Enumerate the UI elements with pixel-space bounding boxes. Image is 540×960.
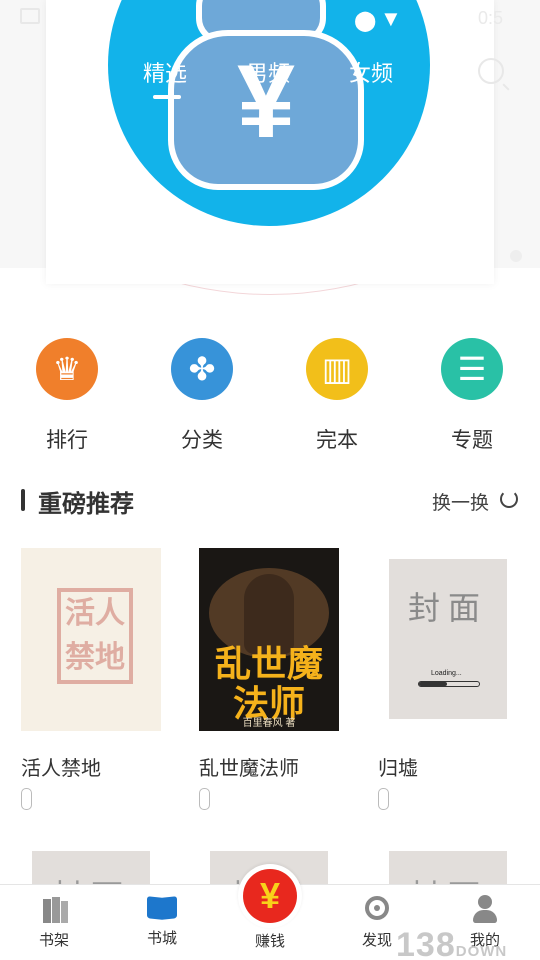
book-title[interactable]: 活人禁地 (21, 752, 101, 781)
cover-title-art: 乱世魔法师 (214, 643, 323, 724)
crown-icon: ♛ (36, 338, 98, 400)
status-bar: ⬤ ▼ 0:5 (0, 0, 540, 36)
document-icon: ☰ (441, 338, 503, 400)
book-card[interactable]: 封面 Loading... 归墟 (378, 548, 518, 810)
book-cover-placeholder[interactable]: 封面 Loading... (389, 559, 507, 719)
search-icon[interactable] (478, 58, 504, 84)
book-tag-placeholder (199, 788, 210, 810)
nav-bookstore[interactable]: 书城 (127, 893, 197, 948)
nav-label: 书城 (146, 930, 177, 947)
section-title: 重磅推荐 (38, 491, 134, 518)
discover-icon (362, 895, 392, 923)
cover-author: 百里春风 著 (242, 718, 296, 729)
loading-text: Loading... (431, 670, 462, 677)
banner-next-slide[interactable] (494, 0, 540, 268)
book-cover[interactable]: 活人禁地 (21, 548, 161, 731)
cover-art-figure (244, 574, 294, 654)
quick-link-rank[interactable]: ♛ 排行 (17, 338, 117, 454)
refresh-icon[interactable] (500, 490, 518, 508)
profile-icon (470, 895, 500, 923)
clover-icon: ✤ (171, 338, 233, 400)
quick-link-completed[interactable]: ▥ 完本 (287, 338, 387, 454)
cover-title-art: 活人禁地 (57, 588, 133, 684)
nav-bookshelf[interactable]: 书架 (19, 895, 89, 950)
bookshelf-icon (39, 895, 69, 923)
promo-banner[interactable]: ¥ (0, 0, 540, 300)
book-card[interactable]: 活人禁地 活人禁地 (21, 548, 161, 810)
status-time: 0:5 (478, 8, 504, 28)
wifi-icon: ▼ (380, 6, 402, 31)
tab-featured[interactable]: 精选 (143, 56, 187, 88)
loading-bar (418, 681, 480, 687)
tab-female[interactable]: 女频 (349, 56, 393, 88)
open-book-icon (147, 893, 177, 921)
quick-link-topic[interactable]: ☰ 专题 (422, 338, 522, 454)
notification-icon (20, 8, 40, 24)
site-watermark: 138DOWN (396, 926, 508, 960)
quick-link-label: 排行 (46, 429, 88, 452)
quick-link-label: 分类 (181, 429, 223, 452)
nav-label: 书架 (38, 932, 69, 949)
nav-earn[interactable]: ¥ (238, 864, 302, 928)
book-title[interactable]: 归墟 (378, 752, 418, 781)
quick-link-label: 专题 (451, 429, 493, 452)
placeholder-text: 封面 (407, 590, 488, 626)
section-marker (21, 489, 25, 511)
quick-link-label: 完本 (316, 429, 358, 452)
refresh-button[interactable]: 换一换 (432, 488, 489, 515)
location-icon: ⬤ (354, 10, 377, 32)
book-cover[interactable]: 乱世魔法师 百里春风 著 (199, 548, 339, 731)
banner-prev-slide[interactable] (0, 0, 46, 268)
nav-label: 赚钱 (254, 933, 285, 950)
banner-page-dot (510, 250, 522, 262)
book-tag-placeholder (21, 788, 32, 810)
tab-male[interactable]: 男频 (246, 56, 290, 88)
quick-link-category[interactable]: ✤ 分类 (152, 338, 252, 454)
book-title[interactable]: 乱世魔法师 (199, 752, 299, 781)
book-card[interactable]: 乱世魔法师 百里春风 著 乱世魔法师 (199, 548, 339, 810)
tab-active-indicator (153, 95, 181, 99)
books-icon: ▥ (306, 338, 368, 400)
book-tag-placeholder (378, 788, 389, 810)
yen-coin-icon: ¥ (243, 869, 297, 923)
